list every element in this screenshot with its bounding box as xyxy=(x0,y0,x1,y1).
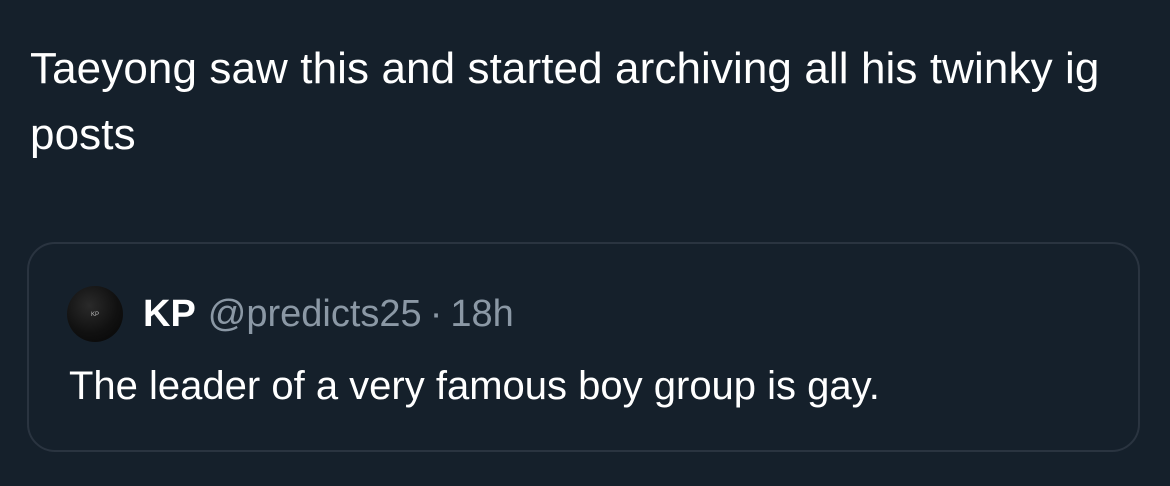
quoted-tweet-text: The leader of a very famous boy group is… xyxy=(69,364,880,408)
tweet-text: Taeyong saw this and started archiving a… xyxy=(30,44,1100,159)
tweet-timestamp[interactable]: 18h xyxy=(450,293,513,336)
profile-avatar-icon[interactable]: KP xyxy=(67,286,123,342)
avatar-mark: KP xyxy=(90,312,100,319)
author-display-name[interactable]: KP xyxy=(143,293,196,336)
quoted-tweet-header: KP KP @predicts25 · 18h xyxy=(67,286,514,342)
dot-separator: · xyxy=(429,292,443,335)
quoted-tweet-card[interactable]: KP KP @predicts25 · 18h The leader of a … xyxy=(27,242,1140,452)
author-handle[interactable]: @predicts25 xyxy=(208,293,422,336)
